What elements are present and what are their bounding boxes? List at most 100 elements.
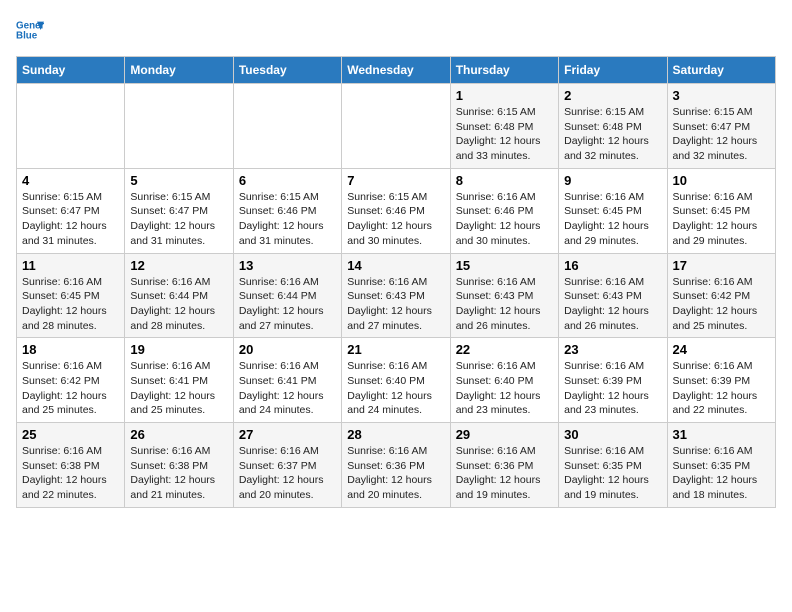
day-info: Sunrise: 6:16 AM Sunset: 6:43 PM Dayligh… — [564, 275, 661, 334]
calendar-cell: 24 Sunrise: 6:16 AM Sunset: 6:39 PM Dayli… — [667, 338, 775, 423]
day-info: Sunrise: 6:16 AM Sunset: 6:40 PM Dayligh… — [347, 359, 444, 418]
day-number: 5 — [130, 173, 227, 188]
day-info: Sunrise: 6:16 AM Sunset: 6:45 PM Dayligh… — [564, 190, 661, 249]
day-info: Sunrise: 6:16 AM Sunset: 6:40 PM Dayligh… — [456, 359, 553, 418]
calendar-header: SundayMondayTuesdayWednesdayThursdayFrid… — [17, 57, 776, 84]
calendar-cell: 30 Sunrise: 6:16 AM Sunset: 6:35 PM Dayli… — [559, 423, 667, 508]
calendar-cell: 23 Sunrise: 6:16 AM Sunset: 6:39 PM Dayli… — [559, 338, 667, 423]
day-info: Sunrise: 6:16 AM Sunset: 6:43 PM Dayligh… — [456, 275, 553, 334]
calendar-cell — [17, 84, 125, 169]
calendar-body: 1 Sunrise: 6:15 AM Sunset: 6:48 PM Daylig… — [17, 84, 776, 508]
day-number: 3 — [673, 88, 770, 103]
day-number: 26 — [130, 427, 227, 442]
logo: General Blue — [16, 16, 48, 44]
calendar-cell: 25 Sunrise: 6:16 AM Sunset: 6:38 PM Dayli… — [17, 423, 125, 508]
calendar-cell: 15 Sunrise: 6:16 AM Sunset: 6:43 PM Dayli… — [450, 253, 558, 338]
day-number: 8 — [456, 173, 553, 188]
day-number: 10 — [673, 173, 770, 188]
calendar-cell: 13 Sunrise: 6:16 AM Sunset: 6:44 PM Dayli… — [233, 253, 341, 338]
week-row: 18Sunrise: 6:16 AM Sunset: 6:42 PM Dayli… — [17, 338, 776, 423]
day-info: Sunrise: 6:16 AM Sunset: 6:37 PM Dayligh… — [239, 444, 336, 503]
day-info: Sunrise: 6:16 AM Sunset: 6:36 PM Dayligh… — [456, 444, 553, 503]
day-number: 24 — [673, 342, 770, 357]
calendar-cell: 6 Sunrise: 6:15 AM Sunset: 6:46 PM Daylig… — [233, 168, 341, 253]
day-info: Sunrise: 6:16 AM Sunset: 6:43 PM Dayligh… — [347, 275, 444, 334]
day-info: Sunrise: 6:15 AM Sunset: 6:47 PM Dayligh… — [673, 105, 770, 164]
calendar-cell: 14 Sunrise: 6:16 AM Sunset: 6:43 PM Dayli… — [342, 253, 450, 338]
day-number: 1 — [456, 88, 553, 103]
header: General Blue — [16, 16, 776, 44]
calendar-cell: 8 Sunrise: 6:16 AM Sunset: 6:46 PM Daylig… — [450, 168, 558, 253]
svg-text:Blue: Blue — [16, 30, 38, 41]
day-info: Sunrise: 6:16 AM Sunset: 6:41 PM Dayligh… — [239, 359, 336, 418]
calendar-cell: 20 Sunrise: 6:16 AM Sunset: 6:41 PM Dayli… — [233, 338, 341, 423]
col-header-sunday: Sunday — [17, 57, 125, 84]
day-info: Sunrise: 6:16 AM Sunset: 6:44 PM Dayligh… — [239, 275, 336, 334]
col-header-thursday: Thursday — [450, 57, 558, 84]
day-number: 30 — [564, 427, 661, 442]
calendar-cell — [342, 84, 450, 169]
day-number: 13 — [239, 258, 336, 273]
calendar-cell: 7 Sunrise: 6:15 AM Sunset: 6:46 PM Daylig… — [342, 168, 450, 253]
calendar-cell: 27 Sunrise: 6:16 AM Sunset: 6:37 PM Dayli… — [233, 423, 341, 508]
day-info: Sunrise: 6:15 AM Sunset: 6:47 PM Dayligh… — [130, 190, 227, 249]
day-number: 23 — [564, 342, 661, 357]
day-info: Sunrise: 6:15 AM Sunset: 6:46 PM Dayligh… — [347, 190, 444, 249]
header-row: SundayMondayTuesdayWednesdayThursdayFrid… — [17, 57, 776, 84]
day-info: Sunrise: 6:16 AM Sunset: 6:45 PM Dayligh… — [673, 190, 770, 249]
day-number: 15 — [456, 258, 553, 273]
calendar-cell — [125, 84, 233, 169]
day-info: Sunrise: 6:16 AM Sunset: 6:38 PM Dayligh… — [130, 444, 227, 503]
week-row: 11 Sunrise: 6:16 AM Sunset: 6:45 PM Dayli… — [17, 253, 776, 338]
calendar-cell: 9Sunrise: 6:16 AM Sunset: 6:45 PM Daylig… — [559, 168, 667, 253]
day-number: 11 — [22, 258, 119, 273]
day-number: 6 — [239, 173, 336, 188]
day-number: 7 — [347, 173, 444, 188]
calendar-cell: 2Sunrise: 6:15 AM Sunset: 6:48 PM Daylig… — [559, 84, 667, 169]
day-info: Sunrise: 6:15 AM Sunset: 6:47 PM Dayligh… — [22, 190, 119, 249]
calendar-cell: 17Sunrise: 6:16 AM Sunset: 6:42 PM Dayli… — [667, 253, 775, 338]
day-number: 4 — [22, 173, 119, 188]
day-number: 2 — [564, 88, 661, 103]
calendar-cell: 26 Sunrise: 6:16 AM Sunset: 6:38 PM Dayli… — [125, 423, 233, 508]
day-number: 25 — [22, 427, 119, 442]
day-info: Sunrise: 6:16 AM Sunset: 6:39 PM Dayligh… — [673, 359, 770, 418]
day-info: Sunrise: 6:16 AM Sunset: 6:35 PM Dayligh… — [564, 444, 661, 503]
day-number: 29 — [456, 427, 553, 442]
day-info: Sunrise: 6:15 AM Sunset: 6:46 PM Dayligh… — [239, 190, 336, 249]
day-info: Sunrise: 6:16 AM Sunset: 6:38 PM Dayligh… — [22, 444, 119, 503]
col-header-saturday: Saturday — [667, 57, 775, 84]
day-info: Sunrise: 6:15 AM Sunset: 6:48 PM Dayligh… — [456, 105, 553, 164]
day-info: Sunrise: 6:16 AM Sunset: 6:42 PM Dayligh… — [22, 359, 119, 418]
week-row: 1 Sunrise: 6:15 AM Sunset: 6:48 PM Daylig… — [17, 84, 776, 169]
day-info: Sunrise: 6:16 AM Sunset: 6:35 PM Dayligh… — [673, 444, 770, 503]
week-row: 25 Sunrise: 6:16 AM Sunset: 6:38 PM Dayli… — [17, 423, 776, 508]
day-info: Sunrise: 6:16 AM Sunset: 6:39 PM Dayligh… — [564, 359, 661, 418]
day-number: 20 — [239, 342, 336, 357]
calendar-cell: 29 Sunrise: 6:16 AM Sunset: 6:36 PM Dayli… — [450, 423, 558, 508]
day-number: 19 — [130, 342, 227, 357]
day-number: 12 — [130, 258, 227, 273]
day-info: Sunrise: 6:16 AM Sunset: 6:46 PM Dayligh… — [456, 190, 553, 249]
calendar-table: SundayMondayTuesdayWednesdayThursdayFrid… — [16, 56, 776, 508]
calendar-cell: 28Sunrise: 6:16 AM Sunset: 6:36 PM Dayli… — [342, 423, 450, 508]
day-info: Sunrise: 6:16 AM Sunset: 6:45 PM Dayligh… — [22, 275, 119, 334]
logo-icon: General Blue — [16, 16, 44, 44]
col-header-monday: Monday — [125, 57, 233, 84]
calendar-cell: 3 Sunrise: 6:15 AM Sunset: 6:47 PM Daylig… — [667, 84, 775, 169]
day-number: 27 — [239, 427, 336, 442]
calendar-cell: 11 Sunrise: 6:16 AM Sunset: 6:45 PM Dayli… — [17, 253, 125, 338]
day-info: Sunrise: 6:16 AM Sunset: 6:36 PM Dayligh… — [347, 444, 444, 503]
calendar-cell: 21Sunrise: 6:16 AM Sunset: 6:40 PM Dayli… — [342, 338, 450, 423]
calendar-cell: 10 Sunrise: 6:16 AM Sunset: 6:45 PM Dayli… — [667, 168, 775, 253]
day-number: 14 — [347, 258, 444, 273]
calendar-cell: 19Sunrise: 6:16 AM Sunset: 6:41 PM Dayli… — [125, 338, 233, 423]
calendar-cell: 31 Sunrise: 6:16 AM Sunset: 6:35 PM Dayli… — [667, 423, 775, 508]
day-number: 31 — [673, 427, 770, 442]
calendar-cell: 1 Sunrise: 6:15 AM Sunset: 6:48 PM Daylig… — [450, 84, 558, 169]
calendar-cell — [233, 84, 341, 169]
col-header-friday: Friday — [559, 57, 667, 84]
calendar-cell: 4 Sunrise: 6:15 AM Sunset: 6:47 PM Daylig… — [17, 168, 125, 253]
day-number: 17 — [673, 258, 770, 273]
day-info: Sunrise: 6:16 AM Sunset: 6:44 PM Dayligh… — [130, 275, 227, 334]
